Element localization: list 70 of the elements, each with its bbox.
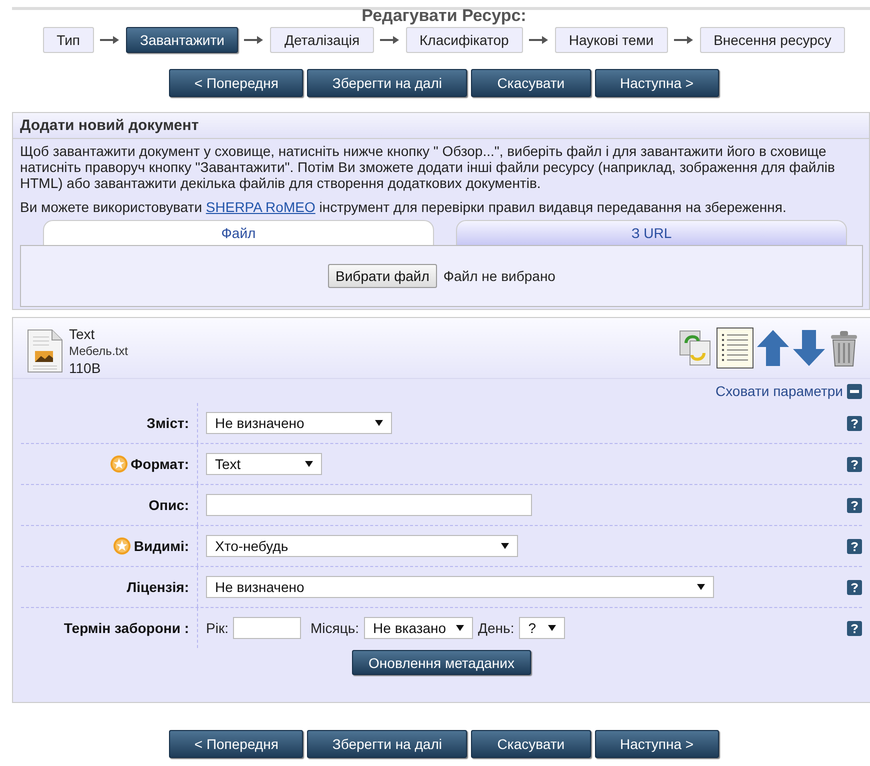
field-label: Опис: xyxy=(148,497,189,513)
upload-tab[interactable]: Файл xyxy=(43,220,434,245)
choose-file-button[interactable]: Вибрати файл xyxy=(328,264,438,288)
month-label: Місяць: xyxy=(310,620,360,636)
arrow-icon xyxy=(528,35,549,45)
step-tab[interactable]: Завантажити xyxy=(126,27,238,53)
nav-button[interactable]: Наступна > xyxy=(594,730,719,758)
step-tab[interactable]: Наукові теми xyxy=(554,27,668,53)
arrow-icon xyxy=(244,35,264,45)
update-metadata-button[interactable]: Оновлення метаданих xyxy=(352,650,532,675)
nav-button[interactable]: Зберегти на далі xyxy=(307,69,467,97)
step-tab[interactable]: Класифікатор xyxy=(406,27,523,53)
panel-heading: Додати новий документ xyxy=(13,113,869,139)
dropdown-caret-icon xyxy=(456,625,464,631)
month-dropdown[interactable]: Не вказано xyxy=(364,617,474,639)
nav-button[interactable]: Зберегти на далі xyxy=(307,730,467,758)
dropdown-caret-icon xyxy=(375,420,383,426)
step-tab[interactable]: Внесення ресурсу xyxy=(700,27,846,53)
nav-button[interactable]: < Попередня xyxy=(169,730,304,758)
dropdown-caret-icon xyxy=(501,543,509,549)
hide-options-link[interactable]: Сховати параметри xyxy=(715,383,843,399)
intro-text: Щоб завантажити документ у сховище, натисніть нижче кнопку " Обзор...", виберіть файл і для завантажити його в сховище натисніть праворуч кнопку "Завантажити". Потім Ви зможете додати інші файли ресурсу (наприклад, зображення для файлів HTML) або завантажити декілька файлів для створення додаткових документів. xyxy=(19,142,836,191)
nav-button[interactable]: Наступна > xyxy=(594,69,719,97)
help-icon[interactable] xyxy=(847,538,862,554)
list-icon[interactable] xyxy=(716,327,754,369)
dropdown-caret-icon xyxy=(697,584,705,590)
help-icon[interactable] xyxy=(847,620,862,636)
day-label: День: xyxy=(478,620,514,636)
required-star-icon xyxy=(112,537,131,555)
day-dropdown[interactable]: ? xyxy=(519,617,566,639)
nav-button[interactable]: Скасувати xyxy=(470,730,591,758)
page-title: Редагувати Ресурс: xyxy=(360,9,528,23)
file-name: Мебель.txt xyxy=(69,342,128,360)
field-label: Ліцензія: xyxy=(126,579,189,595)
step-tab[interactable]: Тип xyxy=(42,27,94,53)
trash-icon[interactable] xyxy=(828,329,860,367)
help-icon[interactable] xyxy=(847,580,862,594)
dropdown-caret-icon xyxy=(548,625,556,631)
sherpa-link[interactable]: SHERPA RoMEO xyxy=(206,199,316,215)
move-down-icon[interactable] xyxy=(792,329,826,367)
dropdown[interactable]: Не визначено xyxy=(206,412,392,434)
field-label: Формат: xyxy=(130,456,189,472)
dropdown[interactable]: Хто-небудь xyxy=(206,535,518,557)
file-type: Text xyxy=(69,326,96,342)
arrow-icon xyxy=(380,35,400,45)
help-icon[interactable] xyxy=(847,416,862,430)
input-field[interactable] xyxy=(206,494,532,516)
help-icon[interactable] xyxy=(847,498,862,512)
nav-button[interactable]: < Попередня xyxy=(169,69,304,97)
field-label: Зміст: xyxy=(146,415,189,431)
nav-button[interactable]: Скасувати xyxy=(470,69,591,97)
dropdown[interactable]: Не визначено xyxy=(206,576,714,598)
required-star-icon xyxy=(110,455,128,473)
help-icon[interactable] xyxy=(847,456,862,472)
dropdown[interactable]: Text xyxy=(206,453,322,475)
arrow-icon xyxy=(674,35,694,45)
text-file-icon xyxy=(27,329,63,373)
step-tab[interactable]: Деталізація xyxy=(270,27,374,53)
arrow-icon xyxy=(100,35,120,45)
dropdown-caret-icon xyxy=(305,461,313,467)
file-size: 110B xyxy=(69,360,102,376)
collapse-icon[interactable] xyxy=(847,384,862,398)
file-status: Файл не вибрано xyxy=(443,268,556,284)
year-field[interactable] xyxy=(233,617,302,639)
field-label: Видимі: xyxy=(134,538,189,554)
year-label: Рік: xyxy=(206,620,228,636)
note-text: Ви можете використовувати SHERPA RoMEO інструмент для перевірки правил видавця передавання на збереження. xyxy=(19,198,788,215)
field-label: Термін заборони : xyxy=(64,620,189,636)
upload-tab[interactable]: З URL xyxy=(456,220,847,245)
move-up-icon[interactable] xyxy=(756,329,790,367)
